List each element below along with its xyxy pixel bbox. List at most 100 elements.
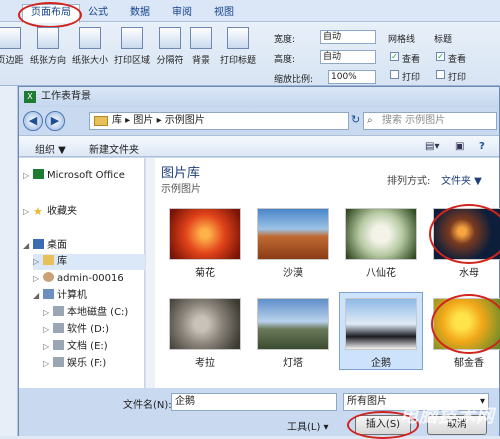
dialog-footer: 文件名(N): 企鹅 所有图片 ▾ 工具(L) ▾ 插入(S) 取消 电脑技术网 <box>19 388 499 439</box>
orientation-button[interactable]: 纸张方向 <box>28 27 68 66</box>
headings-view-label: 查看 <box>448 55 467 65</box>
image-thumb-penguins[interactable] <box>345 298 417 350</box>
breaks-button[interactable]: 分隔符 <box>152 27 188 66</box>
headings-label: 标题 <box>434 35 453 45</box>
size-label: 纸张大小 <box>71 56 108 66</box>
image-thumb-koala[interactable] <box>169 298 241 350</box>
tab-review[interactable]: 审阅 <box>164 5 200 22</box>
image-label: 水母 <box>459 268 479 279</box>
image-label: 企鹅 <box>371 358 391 369</box>
folder-icon <box>94 116 108 126</box>
image-label: 郁金香 <box>454 358 484 369</box>
office-icon <box>33 169 44 179</box>
gridlines-view-label: 查看 <box>402 55 421 65</box>
tools-button[interactable]: 工具(L) ▾ <box>287 418 329 433</box>
gridlines-print-label: 打印 <box>402 73 421 83</box>
highlight-circle <box>431 294 500 354</box>
nav-item-desktop[interactable]: ◢ 桌面 <box>23 238 149 254</box>
paper-size-icon <box>79 27 101 49</box>
nav-label: admin-00016 <box>57 273 124 284</box>
print-titles-button[interactable]: 打印标题 <box>216 27 260 66</box>
new-folder-button[interactable]: 新建文件夹 <box>89 141 139 156</box>
nav-label: 收藏夹 <box>47 206 77 217</box>
navigation-pane: ▷ Microsoft Office ▷ ★ 收藏夹 ◢ 桌面 ▷ 库 ▷ admin-00… <box>19 158 159 388</box>
nav-label: 娱乐 (F:) <box>67 358 107 369</box>
nav-item-libraries[interactable]: ▷ 库 <box>33 254 159 270</box>
image-thumb-lighthouse[interactable] <box>257 298 329 350</box>
scale-input[interactable]: 100% <box>328 70 376 84</box>
gridlines-print-checkbox[interactable] <box>390 70 399 79</box>
forward-arrow-icon[interactable]: ▶ <box>45 111 65 131</box>
headings-view-checkbox[interactable]: ✓ <box>436 52 445 61</box>
filename-input[interactable]: 企鹅 <box>171 393 337 411</box>
watermark: 电脑技术网 <box>400 406 495 427</box>
image-label: 考拉 <box>195 358 215 369</box>
dialog-toolbar: 组织 ▼ 新建文件夹 ▤▾ ▣ ? <box>19 135 499 157</box>
address-segment-library[interactable]: 库 <box>112 115 122 126</box>
background-label: 背景 <box>191 56 210 66</box>
nav-item-favorites[interactable]: ▷ ★ 收藏夹 <box>23 204 149 220</box>
nav-item-computer[interactable]: ◢ 计算机 <box>33 288 159 304</box>
image-thumb-desert[interactable] <box>257 208 329 260</box>
orientation-label: 纸张方向 <box>29 56 66 66</box>
print-titles-label: 打印标题 <box>219 56 256 66</box>
nav-label: Microsoft Office <box>47 170 125 181</box>
search-icon: ⌕ <box>367 115 373 126</box>
nav-label: 本地磁盘 (C:) <box>67 307 129 318</box>
image-thumb-hydrangea[interactable] <box>345 208 417 260</box>
search-input[interactable]: ⌕ 搜索 示例图片 <box>363 112 497 130</box>
width-select[interactable]: 自动 <box>320 30 376 44</box>
address-bar[interactable]: 库 ▸ 图片 ▸ 示例图片 <box>89 112 349 130</box>
nav-scrollbar[interactable] <box>145 158 155 388</box>
image-thumb-chrysanthemum[interactable] <box>169 208 241 260</box>
preview-pane-icon[interactable]: ▣ <box>455 141 464 152</box>
desktop-icon <box>33 239 44 249</box>
scale-label: 缩放比例: <box>274 75 314 85</box>
user-icon <box>43 272 54 282</box>
margins-button[interactable]: 页边距 <box>0 27 28 66</box>
headings-print-checkbox[interactable] <box>436 70 445 79</box>
address-segment-pictures[interactable]: 图片 <box>133 115 153 126</box>
image-label: 八仙花 <box>366 268 396 279</box>
background-button[interactable]: 背景 <box>186 27 216 66</box>
highlight-circle <box>429 204 500 264</box>
address-segment-samples[interactable]: 示例图片 <box>165 115 205 126</box>
refresh-icon[interactable]: ↻ <box>351 113 360 126</box>
image-label: 灯塔 <box>283 358 303 369</box>
tab-data[interactable]: 数据 <box>122 5 158 22</box>
image-label: 菊花 <box>195 268 215 279</box>
background-icon <box>190 27 212 49</box>
gridlines-view-checkbox[interactable]: ✓ <box>390 52 399 61</box>
nav-item-user[interactable]: ▷ admin-00016 <box>33 271 159 287</box>
ribbon: 页面布局 公式 数据 审阅 视图 页边距 纸张方向 纸张大小 打印区域 分隔符 … <box>0 0 500 86</box>
back-arrow-icon[interactable]: ◀ <box>23 111 43 131</box>
drive-icon <box>53 357 64 367</box>
sort-label: 排列方式: <box>387 176 431 187</box>
view-options-icon[interactable]: ▤▾ <box>425 141 439 152</box>
breaks-icon <box>159 27 181 49</box>
headings-print-label: 打印 <box>448 73 467 83</box>
file-type-value: 所有图片 <box>347 396 387 407</box>
nav-item-office[interactable]: ▷ Microsoft Office <box>23 168 149 184</box>
tab-formulas[interactable]: 公式 <box>80 5 116 22</box>
margins-label: 页边距 <box>0 56 24 66</box>
drive-icon <box>53 306 64 316</box>
drive-icon <box>53 323 64 333</box>
print-area-button[interactable]: 打印区域 <box>112 27 152 66</box>
organize-button[interactable]: 组织 ▼ <box>35 141 66 156</box>
gridlines-label: 网格线 <box>388 35 416 45</box>
computer-icon <box>43 289 54 299</box>
image-label: 沙漠 <box>283 268 303 279</box>
tab-view[interactable]: 视图 <box>206 5 242 22</box>
filename-label: 文件名(N): <box>123 400 172 411</box>
height-select[interactable]: 自动 <box>320 50 376 64</box>
sort-dropdown[interactable]: 文件夹 ▼ <box>441 172 482 187</box>
excel-icon: X <box>24 91 36 103</box>
margins-icon <box>0 27 21 49</box>
height-label: 高度: <box>274 55 296 65</box>
library-subtitle: 示例图片 <box>161 184 201 195</box>
navigation-row: ◀ ▶ 库 ▸ 图片 ▸ 示例图片 ↻ ⌕ 搜索 示例图片 <box>19 109 499 133</box>
size-button[interactable]: 纸张大小 <box>70 27 110 66</box>
help-icon[interactable]: ? <box>479 141 485 152</box>
nav-label: 桌面 <box>47 240 67 251</box>
